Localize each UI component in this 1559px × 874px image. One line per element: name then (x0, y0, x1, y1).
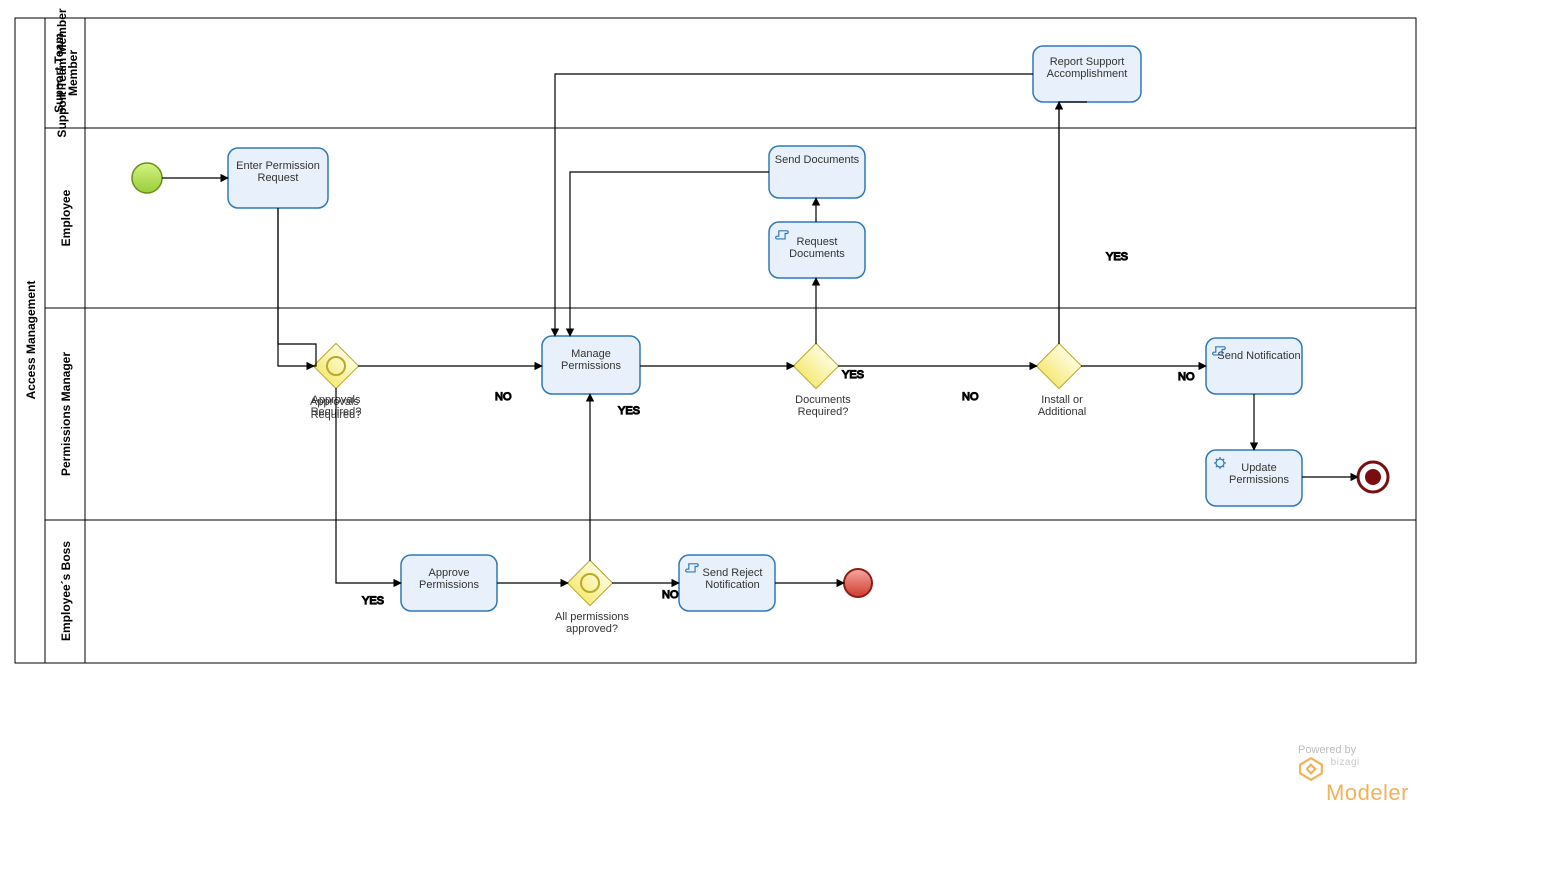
lane-title-employee: Employee (59, 189, 73, 246)
task-send-documents-label: Send Documents (769, 154, 865, 166)
gateway-all-approved-label: All permissions approved? (548, 611, 636, 635)
diagram-canvas: Access Management Support Team Member Su… (0, 0, 1559, 874)
edge-label-no-3: NO (962, 391, 979, 403)
sequence-flows: NO YES YES NO YES NO YES NO (162, 74, 1358, 607)
task-send-reject-label: Send Reject Notification (690, 567, 775, 591)
edge-label-no-1: NO (495, 391, 512, 403)
lane-title-boss: Employee´s Boss (59, 541, 73, 641)
task-report-support-label: Report Support Accomplishment (1035, 56, 1139, 80)
brand-large: Modeler (1326, 780, 1409, 805)
brand-small: bizagi (1331, 757, 1360, 768)
lane-title-pm: Permissions Manager (59, 352, 73, 476)
start-event[interactable] (132, 163, 162, 193)
svg-text:Member: Member (66, 50, 80, 96)
gateway-install-additional-label: Install or Additional (1022, 394, 1102, 418)
bizagi-logo-icon (1298, 756, 1324, 782)
edge-label-no-2: NO (662, 589, 679, 601)
edge-label-yes-2: YES (618, 405, 640, 417)
task-update-permissions-label: Update Permissions (1216, 462, 1302, 486)
gateway-approvals-required[interactable] (313, 343, 358, 388)
end-event-reject[interactable] (844, 569, 872, 597)
gateway-documents-required-label: Documents Required? (778, 394, 868, 418)
task-enter-permission-label: Enter Permission Request (228, 160, 328, 184)
task-approve-permissions-label: Approve Permissions (401, 567, 497, 591)
task-request-documents-label: Request Documents (769, 236, 865, 260)
gateway-documents-required[interactable] (793, 343, 838, 388)
svg-text:Support Team: Support Team (52, 33, 66, 113)
task-manage-permissions-label: Manage Permissions (542, 348, 640, 372)
edge-label-no-4: NO (1178, 371, 1195, 383)
powered-by-text: Powered by (1298, 745, 1409, 756)
bpmn-diagram: Access Management Support Team Member Su… (0, 0, 1559, 874)
gateway-all-approved[interactable] (567, 560, 612, 605)
gateway-install-additional[interactable] (1036, 343, 1081, 388)
edge-label-yes-4: YES (1106, 251, 1128, 263)
end-event-terminate[interactable] (1358, 462, 1388, 492)
edge-label-yes-3: YES (842, 369, 864, 381)
edge-label-yes-1: YES (362, 595, 384, 607)
footer-watermark: Powered by bizagi Modeler (1298, 745, 1409, 804)
task-send-notification-label: Send Notification (1216, 350, 1302, 362)
pool-title: Access Management (24, 281, 38, 400)
